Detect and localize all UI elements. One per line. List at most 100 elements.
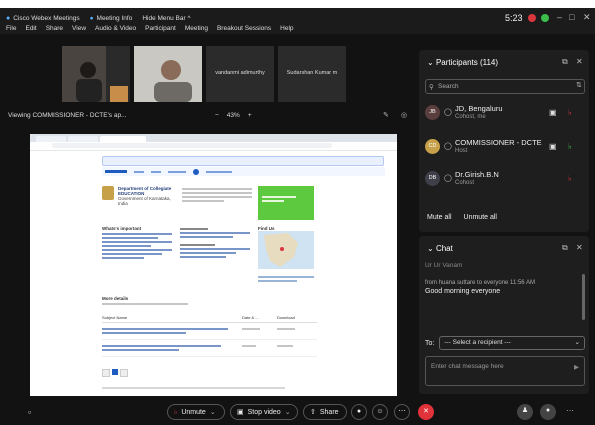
presence-icon: ◯: [444, 175, 452, 182]
mic-muted-icon[interactable]: ♭: [568, 108, 572, 117]
chat-scrollbar[interactable]: [582, 274, 585, 320]
menu-file[interactable]: File: [6, 25, 16, 32]
menu-help[interactable]: Help: [280, 25, 293, 32]
menu-share[interactable]: Share: [46, 25, 63, 32]
send-icon[interactable]: ▶: [574, 363, 579, 371]
close-panel-icon[interactable]: ✕: [576, 57, 583, 66]
menu-audio-video[interactable]: Audio & Video: [95, 25, 136, 32]
org-subtitle: Government of Karnataka, India: [118, 196, 171, 206]
chat-toggle-icon[interactable]: ●: [540, 404, 556, 420]
documents-section: More details Subject Name Date & ... Dow…: [102, 296, 317, 391]
participant-video-icon: [134, 46, 202, 102]
sort-icon[interactable]: ⇅: [576, 81, 582, 89]
participant-search-input[interactable]: ⚲ Search: [425, 79, 585, 94]
chat-messages: Ur Ur Vanam from huana suttare to everyo…: [425, 262, 583, 295]
meeting-info-button[interactable]: ● Meeting Info: [90, 15, 133, 22]
chat-partial-line: Ur Ur Vanam: [425, 262, 463, 269]
zoom-controls: − 43% +: [215, 112, 252, 119]
to-label: To:: [425, 339, 435, 347]
chevron-down-icon[interactable]: ⌄: [427, 244, 434, 253]
clock-time: 5:23: [505, 13, 523, 23]
annotate-icon[interactable]: ✎: [383, 111, 389, 119]
participant-name: Dr.Girish.B.N: [455, 170, 499, 179]
share-screen-icon: ⇧: [310, 409, 316, 416]
menu-edit[interactable]: Edit: [25, 25, 36, 32]
thumbnail-name: Sudarshan Kumar m: [286, 70, 338, 76]
section-heading: More details: [102, 296, 129, 301]
connection-icon: [540, 14, 549, 22]
minimize-window-button[interactable]: –: [557, 12, 562, 22]
site-search-bar: [102, 156, 384, 166]
view-options-icon[interactable]: ◎: [401, 111, 407, 119]
zoom-in-button[interactable]: +: [248, 112, 252, 119]
video-camera-icon: ▣: [237, 409, 244, 416]
pagination: [102, 369, 317, 377]
zoom-out-button[interactable]: −: [215, 112, 219, 119]
reactions-button[interactable]: ☺: [372, 404, 388, 420]
participant-video-icon: [62, 46, 130, 102]
intro-paragraph: [182, 186, 252, 204]
chevron-down-icon[interactable]: ⌄: [427, 58, 434, 67]
middle-section: [180, 226, 250, 260]
shared-screen: Department of Collegiate EDUCATION Gover…: [30, 134, 397, 406]
menu-bar: ● Cisco Webex Meetings ● Meeting Info Hi…: [0, 8, 595, 34]
menu-meeting[interactable]: Meeting: [185, 25, 208, 32]
video-thumbnail[interactable]: Sudarshan Kumar m: [278, 46, 346, 102]
recording-icon: [527, 14, 536, 22]
thumbnail-name: vandanmi adimurthy: [215, 70, 265, 76]
popout-icon[interactable]: ⧉: [562, 243, 568, 253]
popout-icon[interactable]: ⧉: [562, 57, 568, 67]
recipient-row: To: --- Select a recipient --- ⌄: [425, 336, 585, 350]
more-panels-icon[interactable]: ⋯: [566, 406, 574, 415]
unmute-button[interactable]: ♭ Unmute ⌄: [167, 404, 225, 420]
browser-tab-bar: [30, 134, 397, 142]
maximize-window-button[interactable]: □: [569, 12, 574, 22]
video-thumbnail[interactable]: [62, 46, 130, 102]
menu-participant[interactable]: Participant: [145, 25, 176, 32]
stop-video-button[interactable]: ▣ Stop video ⌄: [230, 404, 298, 420]
mic-active-icon[interactable]: ♭: [568, 142, 572, 151]
viewing-title: Viewing COMMISSIONER - DCTE's ap...: [8, 112, 127, 119]
video-thumbnail[interactable]: vandanmi adimurthy: [206, 46, 274, 102]
chat-message: Good morning everyone: [425, 288, 501, 295]
participant-row[interactable]: CD ◯ COMMISSIONER - DCTE Host ▣ ♭: [425, 134, 583, 162]
end-meeting-button[interactable]: ✕: [418, 404, 434, 420]
unmute-all-button[interactable]: Unmute all: [464, 214, 497, 221]
participants-toggle-icon[interactable]: ♟: [517, 404, 533, 420]
chevron-down-icon: ⌄: [574, 339, 580, 346]
record-button[interactable]: ●: [351, 404, 367, 420]
presence-icon: ◯: [444, 109, 452, 116]
menu-view[interactable]: View: [72, 25, 86, 32]
video-icon: ▣: [549, 142, 557, 151]
avatar: DB: [425, 171, 440, 186]
close-panel-icon[interactable]: ✕: [576, 243, 583, 252]
recipient-select[interactable]: --- Select a recipient --- ⌄: [439, 336, 585, 350]
share-button[interactable]: ⇧ Share: [303, 404, 347, 420]
more-options-button[interactable]: ⋯: [394, 404, 410, 420]
chat-message-input[interactable]: Enter chat message here ▶: [425, 356, 585, 386]
menu-breakout-sessions[interactable]: Breakout Sessions: [217, 25, 271, 32]
browser-url-bar: [30, 142, 397, 151]
column-header: Download: [277, 315, 295, 320]
emblem-icon: [102, 186, 114, 200]
hide-menu-bar-button[interactable]: Hide Menu Bar ^: [142, 15, 190, 22]
participants-footer: Mute all Unmute all: [427, 214, 497, 221]
chevron-down-icon: ⌄: [284, 409, 291, 416]
meeting-controls-bar: ▫ ♭ Unmute ⌄ ▣ Stop video ⌄ ⇧ Share ● ☺ …: [0, 396, 595, 425]
info-icon: ●: [89, 15, 94, 22]
participant-row[interactable]: JB ◯ JD, Bengaluru Cohost, me ▣ ♭: [425, 100, 583, 128]
mic-muted-icon[interactable]: ♭: [568, 174, 572, 183]
video-thumbnail-strip: vandanmi adimurthy Sudarshan Kumar m: [62, 46, 346, 102]
column-header: Subject Name: [102, 315, 128, 320]
close-window-button[interactable]: ✕: [583, 12, 591, 23]
table-row: [102, 323, 317, 340]
participant-name: COMMISSIONER - DCTE: [455, 138, 542, 147]
participant-row[interactable]: DB ◯ Dr.Girish.B.N Cohost ♭: [425, 166, 583, 194]
table-header: Subject Name Date & ... Download: [102, 313, 317, 323]
participant-role: Cohost, me: [455, 114, 486, 120]
map-section: Find Us: [258, 226, 314, 284]
chat-bubble-icon[interactable]: ▫: [28, 407, 31, 417]
video-thumbnail[interactable]: [134, 46, 202, 102]
mute-all-button[interactable]: Mute all: [427, 214, 452, 221]
chevron-down-icon: ⌄: [209, 409, 216, 416]
